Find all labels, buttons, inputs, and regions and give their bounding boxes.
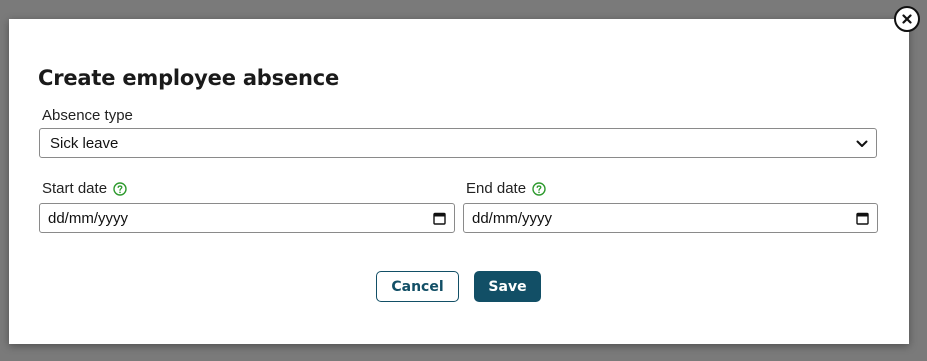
absence-type-label-text: Absence type [42,107,133,124]
end-date-label-text: End date [466,180,527,197]
end-date-label: End date [466,180,546,197]
help-circle-icon[interactable] [532,181,546,196]
chevron-down-icon [856,135,868,152]
end-date-placeholder: dd/mm/yyyy [472,209,553,227]
close-icon [902,14,912,24]
absence-type-label: Absence type [42,107,133,124]
cancel-button[interactable]: Cancel [376,271,459,302]
calendar-icon[interactable] [856,212,869,225]
end-date-input[interactable]: dd/mm/yyyy [463,203,878,233]
start-date-label-text: Start date [42,180,108,197]
start-date-placeholder: dd/mm/yyyy [48,209,129,227]
start-date-input[interactable]: dd/mm/yyyy [39,203,455,233]
dialog-title: Create employee absence [38,66,340,90]
create-absence-dialog: Create employee absence Absence type Sic… [9,19,909,344]
start-date-label: Start date [42,180,127,197]
save-button[interactable]: Save [474,271,541,302]
absence-type-select[interactable]: Sick leave [39,128,877,158]
close-dialog-button[interactable] [894,6,920,32]
absence-type-value: Sick leave [50,134,119,152]
help-circle-icon[interactable] [113,181,127,196]
calendar-icon[interactable] [433,212,446,225]
